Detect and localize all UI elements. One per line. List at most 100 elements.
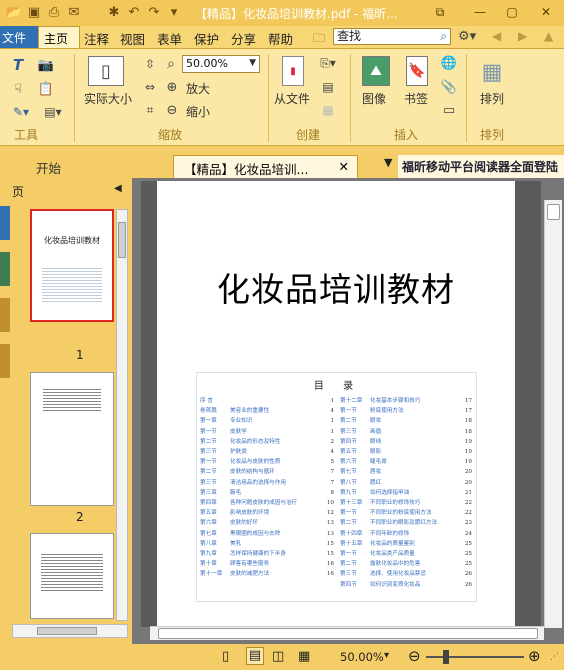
panel-collapse-icon[interactable]: ◀ xyxy=(114,183,122,194)
undo-icon[interactable]: ↶ xyxy=(126,4,142,20)
toc-entry[interactable]: 第三节 画眉 18 xyxy=(340,428,474,437)
toc-entry[interactable]: 第五节 眼影 19 xyxy=(340,448,474,457)
zoom-in-icon[interactable]: ⊕ xyxy=(164,78,180,96)
ribbon-collapse-icon[interactable]: ▲ xyxy=(544,29,553,43)
from-file-icon[interactable]: ▮ xyxy=(282,56,304,86)
toc-entry[interactable]: 第三节 选择、使用化妆品禁忌 26 xyxy=(340,570,474,579)
actual-size-icon[interactable]: ▯ xyxy=(88,56,124,86)
toc-entry[interactable]: 第二节 皮肤的结构与循环 7 xyxy=(200,468,336,477)
toc-entry[interactable]: 卷首篇 美容业的重要性 4 xyxy=(200,407,336,416)
continuous-facing-icon[interactable]: ▦ xyxy=(298,649,310,664)
menu-help[interactable]: 帮助 xyxy=(268,29,293,48)
create-blank-icon[interactable]: ⎘▾ xyxy=(318,54,338,72)
zoom-out-button[interactable]: 缩小 xyxy=(186,103,210,120)
from-file-button[interactable]: 从文件 xyxy=(274,90,310,107)
save-icon[interactable]: ▣ xyxy=(26,4,42,20)
tab-document[interactable]: 【精品】化妆品培训... ✕ xyxy=(173,155,358,178)
quick-access-dropdown-icon[interactable]: ▾ xyxy=(166,4,182,20)
sidebar-tab-pages[interactable] xyxy=(0,206,10,240)
status-zoom-dropdown-icon[interactable]: ▾ xyxy=(384,650,389,661)
nav-back-icon[interactable]: ◀ xyxy=(492,29,501,43)
arrange-icon[interactable]: ▦ xyxy=(478,58,506,86)
new-document-icon[interactable]: ✱ xyxy=(106,4,122,20)
maximize-icon[interactable]: ▢ xyxy=(502,3,522,21)
typewriter-icon[interactable]: ✎▾ xyxy=(8,103,34,121)
print-icon[interactable]: ⎙ xyxy=(46,4,62,20)
image-button[interactable]: 图像 xyxy=(362,90,386,107)
toc-entry[interactable]: 第四节 眼线 19 xyxy=(340,438,474,447)
resize-grip-icon[interactable]: ⋰ xyxy=(550,652,559,662)
toc-entry[interactable]: 第六节 睫毛膏 19 xyxy=(340,458,474,467)
toc-entry[interactable]: 第一章 专业知识 1 xyxy=(200,417,336,426)
hand-tool-icon[interactable]: ☟ xyxy=(8,80,28,98)
tab-list-dropdown-icon[interactable]: ▼ xyxy=(384,156,392,169)
toc-entry[interactable]: 第二节 不同职业的眼影及腮红方法 23 xyxy=(340,519,474,528)
toc-entry[interactable]: 序 言 1 xyxy=(200,397,336,406)
menu-file[interactable]: 文件 xyxy=(0,26,38,48)
page-thumbnail-2[interactable] xyxy=(30,372,114,506)
toc-entry[interactable]: 第七节 唇妆 20 xyxy=(340,468,474,477)
toc-entry[interactable]: 第五章 影响皮肤的环境 12 xyxy=(200,509,336,518)
document-hscroll-thumb[interactable] xyxy=(158,628,538,639)
thumbnail-hscrollbar[interactable] xyxy=(12,624,128,638)
bookmark-icon[interactable]: 🔖 xyxy=(406,56,428,86)
status-zoom-in-icon[interactable]: ⊕ xyxy=(528,647,541,665)
close-icon[interactable]: ✕ xyxy=(536,3,556,21)
toc-entry[interactable]: 第九节 如何选择指甲油 21 xyxy=(340,489,474,498)
menu-share[interactable]: 分享 xyxy=(231,29,256,48)
zoom-out-icon[interactable]: ⊖ xyxy=(164,101,180,119)
toc-entry[interactable]: 第一节 化妆品与皮肤的性质 5 xyxy=(200,458,336,467)
zoom-in-button[interactable]: 放大 xyxy=(186,80,210,97)
fit-visible-icon[interactable]: ⌗ xyxy=(142,101,158,119)
toc-entry[interactable]: 第四节 如何识别变质化妆品 26 xyxy=(340,581,474,590)
create-scanner-icon[interactable]: ▦ xyxy=(318,101,338,119)
toc-entry[interactable]: 第十二章 化妆基本步骤和技巧 17 xyxy=(340,397,474,406)
fit-width-icon[interactable]: ⇔ xyxy=(142,78,158,96)
facing-page-icon[interactable]: ◫ xyxy=(272,649,284,664)
toc-entry[interactable]: 第一节 不同职业的粉底使用方法 22 xyxy=(340,509,474,518)
toc-entry[interactable]: 第三节 护肤类 4 xyxy=(200,448,336,457)
toc-entry[interactable]: 第十五章 化妆品的质量鉴别 25 xyxy=(340,540,474,549)
thumbnail-scroll-thumb[interactable] xyxy=(118,222,126,258)
toc-entry[interactable]: 第十一章 皮肤的减肥方法 16 xyxy=(200,570,336,579)
document-vscrollbar[interactable] xyxy=(544,200,562,628)
thumbnail-hscroll-thumb[interactable] xyxy=(37,627,97,635)
toc-entry[interactable]: 第七章 黑眼圈的成因与去除 13 xyxy=(200,530,336,539)
attachment-icon[interactable]: 📎 xyxy=(440,78,458,96)
sidebar-tab-attachments[interactable] xyxy=(0,298,10,332)
single-page-icon[interactable]: ▯ xyxy=(222,649,229,664)
menu-view[interactable]: 视图 xyxy=(120,29,145,48)
zoom-dropdown-icon[interactable]: ▼ xyxy=(249,58,256,68)
zoom-magnifier-icon[interactable]: ⌕ xyxy=(162,55,180,73)
ad-banner[interactable]: 福昕移动平台阅读器全面登陆 xyxy=(398,155,564,178)
toc-entry[interactable]: 第二节 化妆品的形态及特性 2 xyxy=(200,438,336,447)
snapshot-icon[interactable]: 📷 xyxy=(36,56,56,74)
search-options-icon[interactable]: 🗀 xyxy=(313,29,326,50)
sidebar-tab-bookmarks[interactable] xyxy=(0,252,10,286)
menu-comment[interactable]: 注释 xyxy=(84,29,109,48)
header-footer-icon[interactable]: ▭ xyxy=(440,101,458,119)
zoom-input[interactable]: 50.00% ▼ xyxy=(182,55,260,73)
toc-entry[interactable]: 第六章 皮肤的好坏 13 xyxy=(200,519,336,528)
toc-entry[interactable]: 第四章 各种问题皮肤的成因与治疗 10 xyxy=(200,499,336,508)
tab-start[interactable]: 开始 xyxy=(8,155,158,178)
nav-forward-icon[interactable]: ▶ xyxy=(518,29,527,43)
arrange-button[interactable]: 排列 xyxy=(480,90,504,107)
toc-entry[interactable]: 第一节 化妆品类产品质量 25 xyxy=(340,550,474,559)
bookmark-button[interactable]: 书签 xyxy=(404,90,428,107)
toc-entry[interactable]: 第一节 皮肤学 1 xyxy=(200,428,336,437)
search-input[interactable]: 查找 ⌕ xyxy=(333,28,451,45)
toc-entry[interactable]: 第一节 粉底使用方法 17 xyxy=(340,407,474,416)
menu-form[interactable]: 表单 xyxy=(157,29,182,48)
continuous-page-icon[interactable]: ▤ xyxy=(246,647,264,665)
open-folder-icon[interactable]: 📂 xyxy=(6,4,22,20)
toc-entry[interactable]: 第十四章 不同年龄的修饰 24 xyxy=(340,530,474,539)
image-icon[interactable]: ⛰ xyxy=(362,56,390,86)
toc-entry[interactable]: 第八章 美乳 15 xyxy=(200,540,336,549)
link-globe-icon[interactable]: 🌐 xyxy=(440,54,458,72)
settings-gear-icon[interactable]: ⚙▾ xyxy=(458,29,476,44)
highlight-icon[interactable]: ▤▾ xyxy=(40,103,66,121)
sidebar-tab-comments[interactable] xyxy=(0,344,10,378)
document-hscrollbar[interactable] xyxy=(150,626,544,640)
redo-icon[interactable]: ↷ xyxy=(146,4,162,20)
